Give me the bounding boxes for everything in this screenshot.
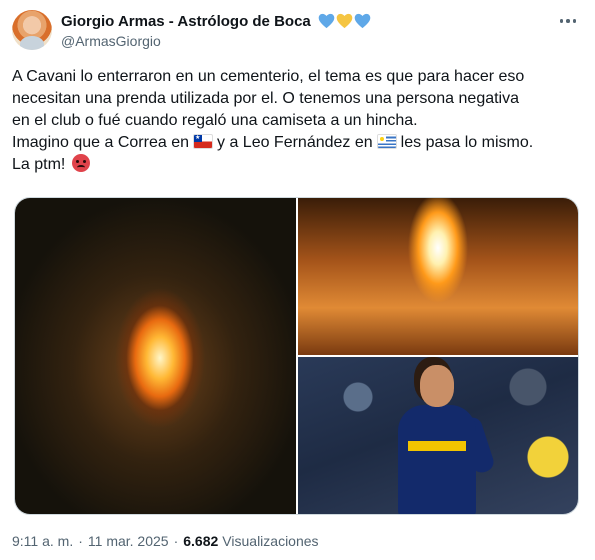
more-dot-icon [572,19,577,23]
yellow-heart-icon [336,13,353,29]
tweet-text-segment: les pasa lo mismo. [400,134,534,151]
author-handle[interactable]: @ArmasGiorgio [61,33,161,49]
avatar[interactable] [12,10,52,50]
tweet-text-segment: La ptm! [12,156,66,173]
tweet-date[interactable]: 11 mar. 2025 [88,533,169,549]
tweet-time[interactable]: 9:11 a. m. [12,533,73,549]
uruguay-flag-icon [376,134,397,149]
heart-badges [318,13,371,29]
tweet-line: La ptm! [12,154,587,176]
author-name-line: Giorgio Armas - Astrólogo de Boca [61,11,371,31]
meta-separator: · [78,533,83,549]
tweet-card: Giorgio Armas - Astrólogo de Boca @Armas… [0,0,595,560]
chile-flag-icon [193,134,213,149]
burning-shirt-photo[interactable] [15,198,296,514]
tweet-text: A Cavani lo enterraron en un cementerio,… [12,66,587,176]
angry-face-icon [71,154,90,172]
meta-separator: · [173,533,179,549]
more-dot-icon [566,19,570,23]
display-name[interactable]: Giorgio Armas - Astrólogo de Boca [61,13,311,30]
more-options-button[interactable] [557,12,579,30]
tweet-line: A Cavani lo enterraron en un cementerio,… [12,68,525,85]
tweet-text-segment: Imagino que a Correa en [12,134,189,151]
views-count: 6.682 [183,533,219,549]
views-label: Visualizaciones [222,533,319,549]
player-celebrating-photo[interactable] [298,357,578,514]
tweet-text-segment: y a Leo Fernández en [217,134,373,151]
more-dot-icon [559,19,564,23]
flames-photo[interactable] [298,198,578,355]
blue-heart-icon [318,13,335,29]
player-head [420,365,454,407]
blue-heart-icon [354,13,371,29]
tweet-line-flags: Imagino que a Correa en y a Leo Fernández… [12,132,587,154]
media-grid [14,197,579,515]
tweet-line: necesitan una prenda utilizada por el. O… [12,90,520,107]
tweet-line: en el club o fué cuando regaló una camis… [12,112,418,129]
player-shirt [398,405,476,514]
tweet-meta: 9:11 a. m. · 11 mar. 2025 · 6.682 Visual… [12,533,319,549]
